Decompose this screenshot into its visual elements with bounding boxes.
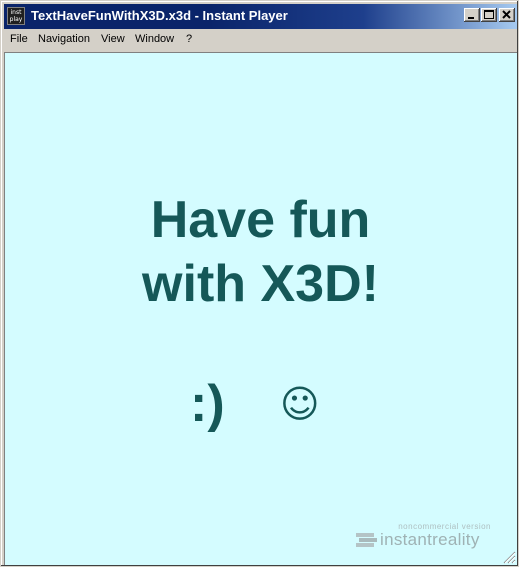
minimize-button[interactable] — [464, 8, 480, 22]
smiley-glyph: ☺ — [280, 382, 320, 426]
instant-player-app-icon[interactable]: inst play — [7, 7, 25, 25]
maximize-icon — [484, 10, 494, 19]
close-button[interactable] — [499, 8, 515, 22]
title-bar[interactable]: inst play TextHaveFunWithX3D.x3d - Insta… — [4, 4, 517, 29]
menu-navigation[interactable]: Navigation — [38, 33, 90, 45]
menu-bar: File Navigation View Window ? — [4, 30, 517, 51]
menu-window[interactable]: Window — [135, 33, 174, 45]
watermark-brand-text: instantreality — [380, 530, 480, 549]
instantreality-watermark: noncommercial version instantreality — [356, 522, 496, 552]
close-icon — [502, 10, 511, 19]
emoticon-text: :) — [190, 375, 225, 433]
3d-viewport[interactable]: Have fun with X3D! :) ☺ noncommercial ve… — [4, 52, 517, 565]
app-window: inst play TextHaveFunWithX3D.x3d - Insta… — [0, 0, 519, 567]
menu-view[interactable]: View — [101, 33, 125, 45]
app-icon-label-bottom: play — [9, 16, 23, 23]
menu-help[interactable]: ? — [186, 33, 192, 45]
window-title: TextHaveFunWithX3D.x3d - Instant Player — [31, 8, 288, 23]
app-icon-label-top: inst — [10, 9, 22, 16]
scene-text-line-2: with X3D! — [142, 255, 379, 313]
menu-file[interactable]: File — [10, 33, 28, 45]
resize-grip-icon[interactable] — [502, 550, 516, 564]
minimize-icon — [468, 17, 474, 19]
maximize-button[interactable] — [481, 8, 497, 22]
scene-text-line-1: Have fun — [150, 191, 371, 249]
instantreality-logo-icon — [356, 533, 377, 547]
